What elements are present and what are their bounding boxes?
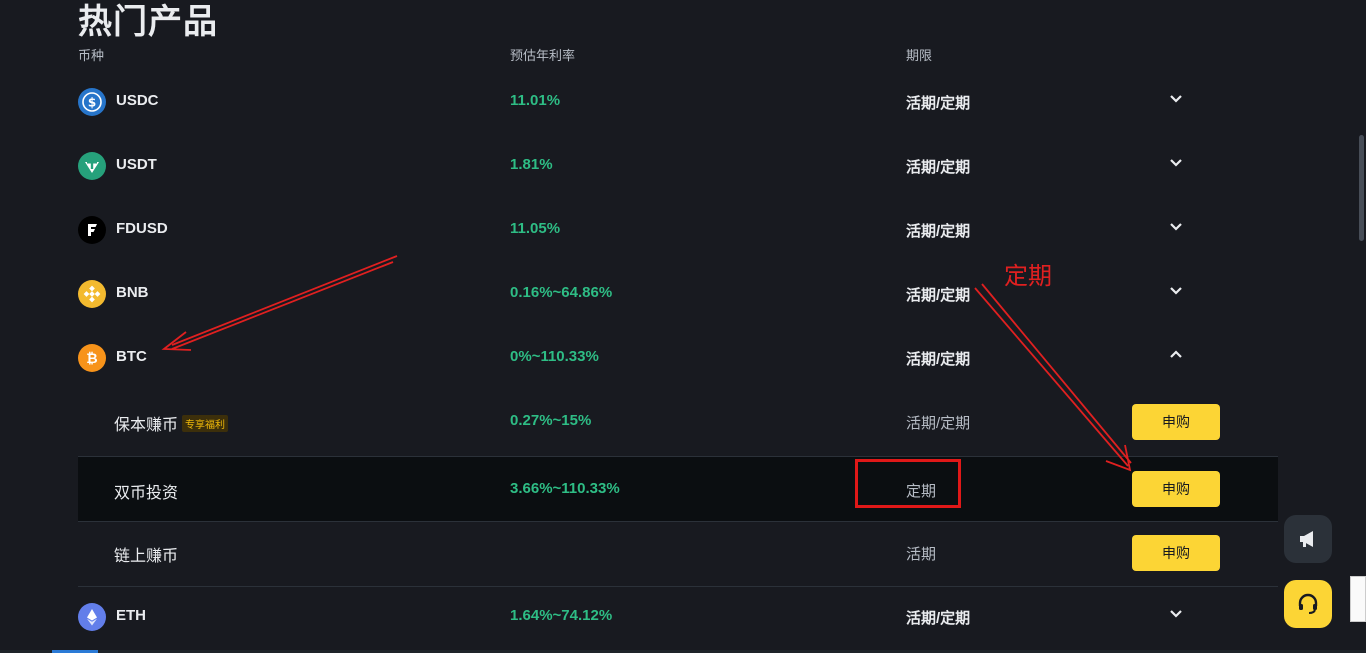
header-term: 期限 [906, 48, 933, 63]
product-name: 保本赚币 专享福利 [114, 411, 229, 435]
svg-text:$: $ [88, 96, 96, 110]
exclusive-badge: 专享福利 [182, 415, 229, 432]
coin-apy: 1.64%~74.12% [510, 607, 613, 624]
coin-apy: 1.81% [510, 156, 553, 173]
coin-name: USDT [116, 156, 157, 173]
coin-name: ETH [116, 607, 146, 624]
product-name: 链上赚币 [114, 548, 179, 565]
product-apy: 0.27%~15% [510, 412, 592, 429]
coin-apy: 0%~110.33% [510, 348, 599, 365]
subscribe-button[interactable]: 申购 [1132, 404, 1220, 440]
chevron-down-icon[interactable] [1168, 218, 1184, 234]
fdusd-icon [78, 216, 106, 244]
scrollbar-thumb[interactable] [1359, 135, 1364, 241]
chevron-down-icon[interactable] [1168, 605, 1184, 621]
page-title: 热门产品 [78, 3, 218, 41]
coin-apy: 11.01% [510, 92, 561, 109]
header-coin: 币种 [78, 48, 105, 63]
coin-term: 活期/定期 [906, 95, 971, 112]
eth-icon [78, 603, 106, 631]
coin-term: 活期/定期 [906, 223, 971, 240]
bnb-icon [78, 280, 106, 308]
coin-term: 活期/定期 [906, 610, 971, 627]
support-button[interactable] [1284, 580, 1332, 628]
chevron-down-icon[interactable] [1168, 282, 1184, 298]
coin-apy: 0.16%~64.86% [510, 284, 613, 301]
btc-product-principal-protected[interactable]: 保本赚币 专享福利 0.27%~15% 活期/定期 申购 [78, 390, 1278, 454]
chevron-up-icon[interactable] [1168, 346, 1184, 362]
chevron-down-icon[interactable] [1168, 90, 1184, 106]
product-term: 活期 [906, 546, 937, 563]
btc-icon: ₿ [78, 344, 106, 372]
coin-name: BTC [116, 348, 147, 365]
coin-name: USDC [116, 92, 159, 109]
header-apy: 预估年利率 [510, 48, 576, 63]
coin-term: 活期/定期 [906, 287, 971, 304]
product-name: 双币投资 [114, 485, 179, 502]
megaphone-icon [1300, 531, 1313, 547]
coin-row-eth[interactable]: ETH 1.64%~74.12% 活期/定期 [78, 585, 1278, 649]
headset-icon [1298, 593, 1318, 614]
annotation-highlight-box [855, 459, 961, 508]
side-feedback-tab[interactable] [1350, 576, 1366, 622]
subscribe-button[interactable]: 申购 [1132, 535, 1220, 571]
chevron-down-icon[interactable] [1168, 154, 1184, 170]
coin-row-usdc[interactable]: $ USDC 11.01% 活期/定期 [78, 70, 1278, 134]
coin-row-fdusd[interactable]: FDUSD 11.05% 活期/定期 [78, 198, 1278, 262]
coin-term: 活期/定期 [906, 351, 971, 368]
coin-name: FDUSD [116, 220, 168, 237]
coin-name: BNB [116, 284, 149, 301]
announcement-button[interactable] [1284, 515, 1332, 563]
btc-product-dual-investment[interactable]: 双币投资 3.66%~110.33% 定期 申购 [78, 456, 1278, 522]
usdc-icon: $ [78, 88, 106, 116]
product-term: 活期/定期 [906, 415, 971, 432]
coin-row-btc[interactable]: ₿ BTC 0%~110.33% 活期/定期 [78, 326, 1278, 390]
coin-term: 活期/定期 [906, 159, 971, 176]
product-apy: 3.66%~110.33% [510, 480, 620, 497]
annotation-label: 定期 [1004, 263, 1052, 290]
usdt-icon [78, 152, 106, 180]
coin-row-usdt[interactable]: USDT 1.81% 活期/定期 [78, 134, 1278, 198]
svg-text:₿: ₿ [86, 351, 97, 367]
btc-product-onchain-earn[interactable]: 链上赚币 活期 申购 [78, 521, 1278, 585]
subscribe-button[interactable]: 申购 [1132, 471, 1220, 507]
coin-row-bnb[interactable]: BNB 0.16%~64.86% 活期/定期 [78, 262, 1278, 326]
coin-apy: 11.05% [510, 220, 561, 237]
